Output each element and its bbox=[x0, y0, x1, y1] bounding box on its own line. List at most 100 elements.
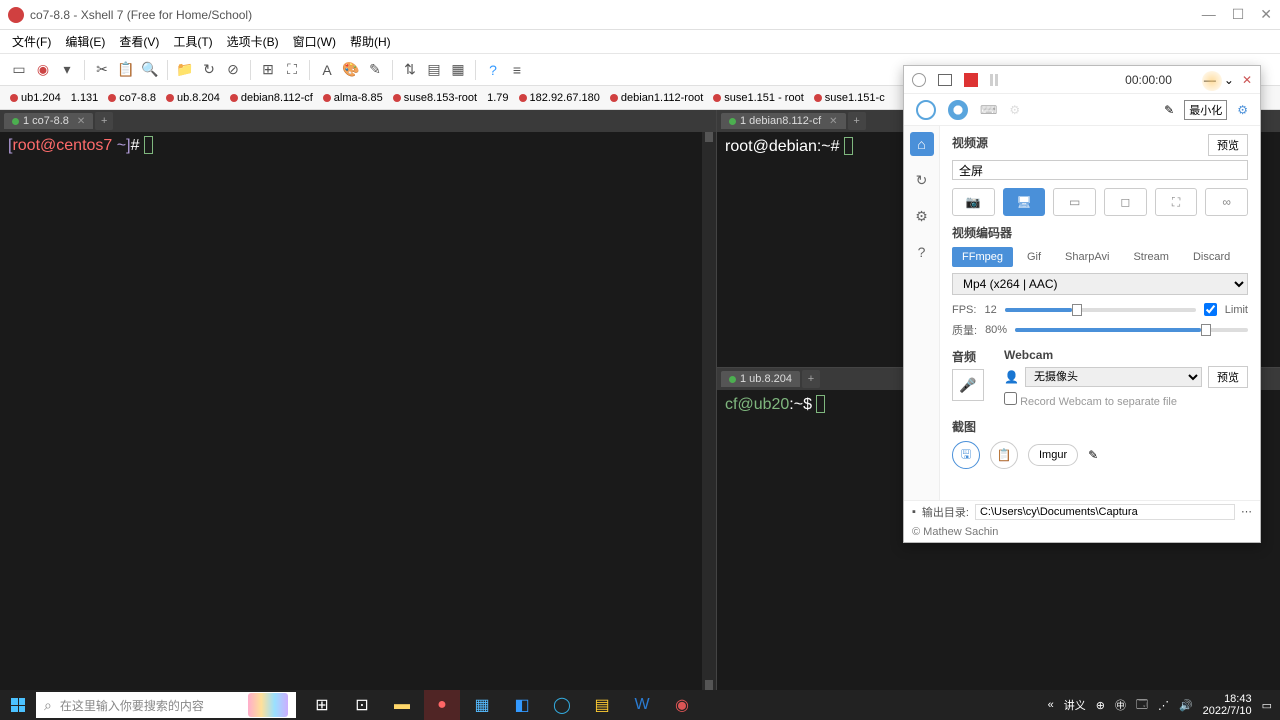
menu-tools[interactable]: 工具(T) bbox=[173, 33, 212, 50]
session-alma885[interactable]: alma-8.85 bbox=[319, 90, 387, 106]
record-button[interactable] bbox=[964, 73, 978, 87]
source-camera-icon[interactable]: 📷 bbox=[952, 188, 995, 216]
pause-button[interactable] bbox=[990, 74, 998, 86]
session-debian1112[interactable]: debian1.112-root bbox=[606, 90, 707, 106]
terminal-left[interactable]: [root@centos7 ~]# bbox=[0, 132, 716, 159]
highlight-icon[interactable]: ✎ bbox=[366, 61, 384, 79]
encoder-stream[interactable]: Stream bbox=[1123, 247, 1178, 267]
nav-home-icon[interactable]: ⌂ bbox=[910, 132, 934, 156]
disconnect-icon[interactable]: ⊘ bbox=[224, 61, 242, 79]
reconnect-icon[interactable]: ↻ bbox=[200, 61, 218, 79]
mode-region-icon[interactable] bbox=[916, 100, 936, 120]
output-path-input[interactable] bbox=[975, 504, 1235, 520]
maximize-button[interactable]: ☐ bbox=[1232, 6, 1245, 23]
taskbar-clock[interactable]: 18:43 2022/7/10 bbox=[1203, 693, 1252, 717]
help-icon[interactable]: ? bbox=[484, 61, 502, 79]
camera-icon[interactable] bbox=[938, 74, 952, 86]
source-none-icon[interactable]: ∞ bbox=[1205, 188, 1248, 216]
scrollbar[interactable] bbox=[702, 132, 716, 690]
preview-button[interactable]: 预览 bbox=[1208, 134, 1248, 156]
transfer-icon[interactable]: ⇅ bbox=[401, 61, 419, 79]
session-1131[interactable]: 1.131 bbox=[67, 90, 103, 106]
minimize-icon[interactable]: — bbox=[1204, 73, 1216, 87]
folder-icon[interactable]: 📁 bbox=[176, 61, 194, 79]
mode-click-icon[interactable] bbox=[948, 100, 968, 120]
source-window-icon[interactable]: ▭ bbox=[1053, 188, 1096, 216]
menu-file[interactable]: 文件(F) bbox=[12, 33, 51, 50]
tab-add-button[interactable]: + bbox=[95, 112, 113, 130]
tab-debian[interactable]: 1 debian8.112-cf ✕ bbox=[721, 113, 846, 129]
chevron-down-icon[interactable]: ⌄ bbox=[1224, 73, 1234, 87]
source-screen-icon[interactable]: 🖥 bbox=[1003, 188, 1046, 216]
quality-slider[interactable] bbox=[1015, 328, 1248, 332]
encoder-gif[interactable]: Gif bbox=[1017, 247, 1051, 267]
folder-icon[interactable]: ▪ bbox=[912, 506, 916, 518]
webcam-preview-button[interactable]: 预览 bbox=[1208, 366, 1248, 388]
app-files-icon[interactable]: ▦ bbox=[464, 690, 500, 720]
log-icon[interactable]: ▦ bbox=[449, 61, 467, 79]
source-fullscreen-icon[interactable]: ⛶ bbox=[1155, 188, 1198, 216]
new-session-icon[interactable]: ▭ bbox=[10, 61, 28, 79]
taskbar-search[interactable]: 在这里输入你要搜索的内容 bbox=[36, 692, 296, 718]
session-debian8112cf[interactable]: debian8.112-cf bbox=[226, 90, 317, 106]
session-179[interactable]: 1.79 bbox=[483, 90, 512, 106]
tray-chevron-icon[interactable]: « bbox=[1048, 699, 1054, 711]
paste-icon[interactable]: 📋 bbox=[117, 61, 135, 79]
more-icon[interactable]: ⋯ bbox=[1241, 505, 1252, 518]
minimize-button[interactable]: — bbox=[1202, 6, 1216, 23]
screenshot-disk-icon[interactable]: 🖫 bbox=[952, 441, 980, 469]
webcam-separate-checkbox[interactable] bbox=[1004, 392, 1017, 405]
codec-select[interactable]: Mp4 (x264 | AAC) bbox=[952, 273, 1248, 295]
tray-bluetooth-icon[interactable]: ⊕ bbox=[1096, 699, 1105, 712]
close-button[interactable]: ✕ bbox=[1260, 6, 1272, 23]
script-icon[interactable]: ▤ bbox=[425, 61, 443, 79]
nav-history-icon[interactable]: ↻ bbox=[910, 168, 934, 192]
encoder-sharpavi[interactable]: SharpAvi bbox=[1055, 247, 1119, 267]
taskview-icon[interactable]: ⊞ bbox=[304, 690, 340, 720]
app-notes-icon[interactable]: ▤ bbox=[584, 690, 620, 720]
app-vbox-icon[interactable]: ◧ bbox=[504, 690, 540, 720]
about-icon[interactable]: ≡ bbox=[508, 61, 526, 79]
session-ip[interactable]: 182.92.67.180 bbox=[515, 90, 604, 106]
start-button[interactable] bbox=[0, 690, 36, 720]
session-suse1151c[interactable]: suse1.151-c bbox=[810, 90, 889, 106]
webcam-select[interactable]: 无摄像头 bbox=[1025, 367, 1202, 387]
session-ub1204[interactable]: ub1.204 bbox=[6, 90, 65, 106]
source-input[interactable] bbox=[952, 160, 1248, 180]
tab-close-icon[interactable]: ✕ bbox=[77, 116, 85, 127]
tab-close-icon[interactable]: ✕ bbox=[829, 116, 837, 127]
tray-volume-icon[interactable]: 🔊 bbox=[1179, 699, 1193, 712]
dropdown-icon[interactable]: ▾ bbox=[58, 61, 76, 79]
app-captura-icon[interactable]: ● bbox=[424, 690, 460, 720]
session-ub8204[interactable]: ub.8.204 bbox=[162, 90, 224, 106]
app-explorer-icon[interactable]: ▬ bbox=[384, 690, 420, 720]
edit-icon[interactable]: ✎ bbox=[1088, 448, 1098, 462]
copy-icon[interactable]: ✂ bbox=[93, 61, 111, 79]
tray-lecture-label[interactable]: 讲义 bbox=[1064, 697, 1086, 713]
app-xshell-icon[interactable]: ◉ bbox=[664, 690, 700, 720]
menu-edit[interactable]: 编辑(E) bbox=[65, 33, 105, 50]
menu-help[interactable]: 帮助(H) bbox=[350, 33, 391, 50]
source-region-icon[interactable]: ◻ bbox=[1104, 188, 1147, 216]
session-suse1151root[interactable]: suse1.151 - root bbox=[709, 90, 808, 106]
app-store-icon[interactable]: ⊡ bbox=[344, 690, 380, 720]
screenshot-button[interactable] bbox=[912, 73, 926, 87]
session-suse8153[interactable]: suse8.153-root bbox=[389, 90, 481, 106]
fullscreen-icon[interactable]: ⛶ bbox=[283, 61, 301, 79]
limit-checkbox[interactable] bbox=[1204, 303, 1217, 316]
menu-window[interactable]: 窗口(W) bbox=[293, 33, 336, 50]
notifications-icon[interactable]: ▭ bbox=[1262, 699, 1272, 712]
encoder-discard[interactable]: Discard bbox=[1183, 247, 1240, 267]
ssh-icon[interactable]: ◉ bbox=[34, 61, 52, 79]
menu-tabs[interactable]: 选项卡(B) bbox=[227, 33, 279, 50]
mic-button[interactable]: 🎤 bbox=[952, 369, 984, 401]
screenshot-clipboard-icon[interactable]: 📋 bbox=[990, 441, 1018, 469]
tray-wifi-icon[interactable]: ⋰ bbox=[1158, 699, 1169, 712]
app-edge-icon[interactable]: ◯ bbox=[544, 690, 580, 720]
tab-ub8204[interactable]: 1 ub.8.204 bbox=[721, 371, 800, 387]
keyboard-icon[interactable]: ⌨ bbox=[980, 103, 997, 117]
font-icon[interactable]: A bbox=[318, 61, 336, 79]
settings-icon[interactable]: ⚙ bbox=[1237, 103, 1248, 117]
tab-add-button[interactable]: + bbox=[802, 370, 820, 388]
app-word-icon[interactable]: W bbox=[624, 690, 660, 720]
